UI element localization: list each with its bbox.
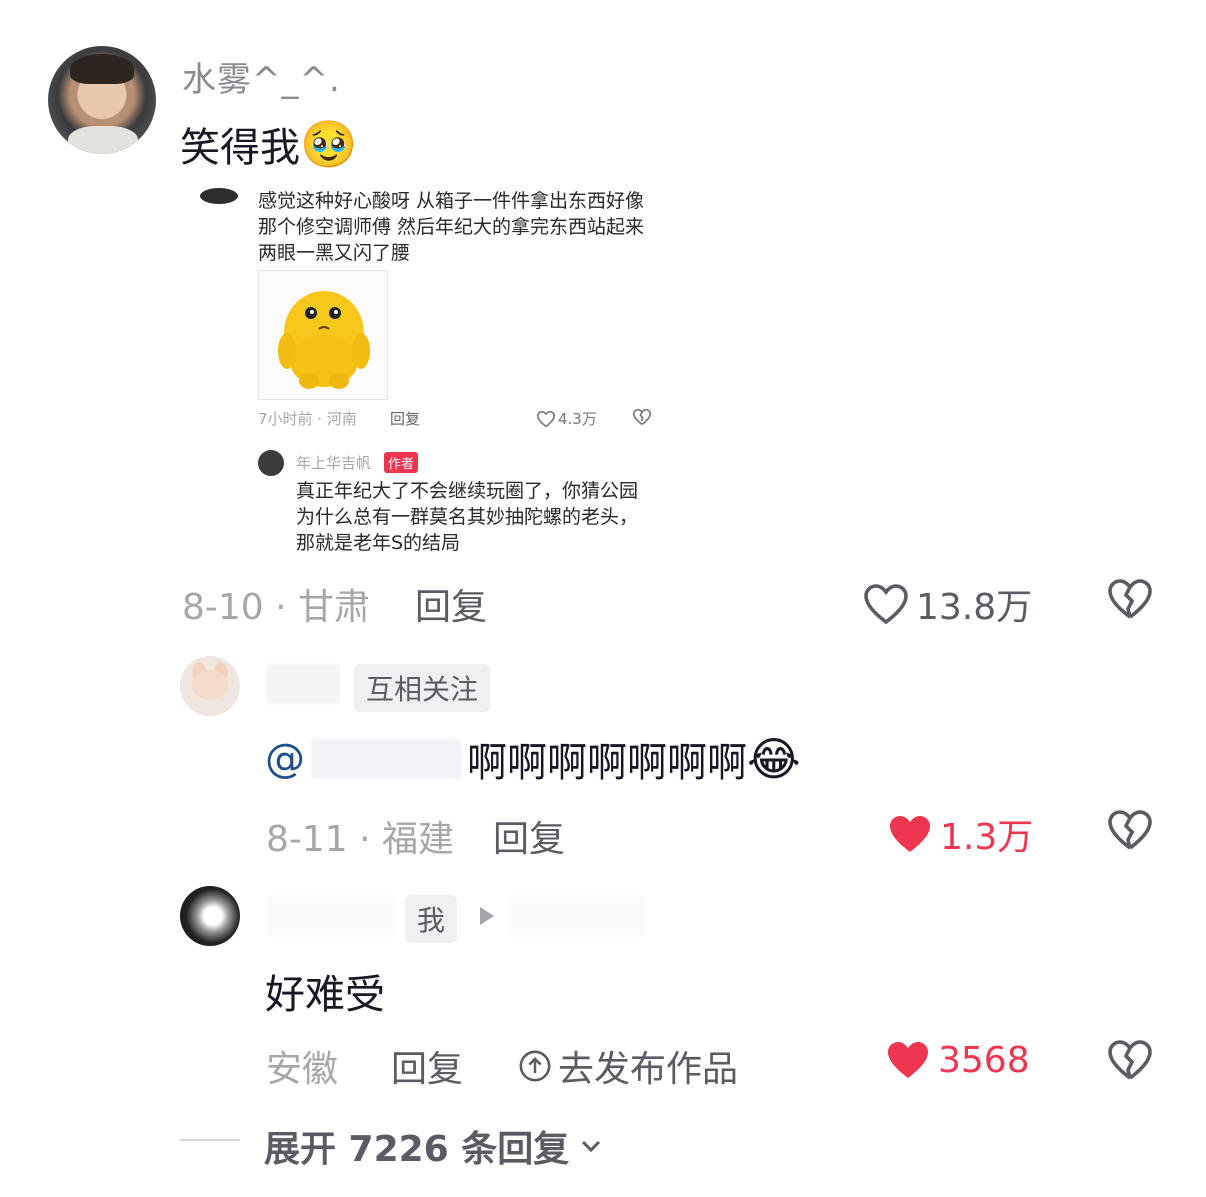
play-triangle-icon <box>480 907 494 925</box>
reply-button[interactable]: 回复 <box>415 578 487 630</box>
reply-button[interactable]: 回复 <box>493 810 565 862</box>
image-text-line: 两眼一黑又闪了腰 <box>258 242 411 264</box>
like-button[interactable]: 13.8万 <box>862 578 1032 630</box>
mention[interactable]: @ <box>265 736 305 782</box>
sticker-image <box>258 270 388 400</box>
broken-heart-icon[interactable] <box>1106 1038 1154 1082</box>
expand-label: 展开 7226 条回复 <box>264 1129 570 1170</box>
sub-avatar <box>200 188 238 204</box>
avatar[interactable] <box>180 656 240 716</box>
comment-meta: 8-10 · 甘肃 <box>182 587 371 628</box>
redacted-username[interactable] <box>266 896 396 936</box>
heart-icon <box>888 1042 928 1078</box>
heart-icon <box>890 816 930 852</box>
mutual-follow-badge: 互相关注 <box>354 664 491 712</box>
avatar[interactable] <box>48 46 156 154</box>
redacted-username[interactable] <box>508 896 646 936</box>
comment-text: 笑得我 🥹 <box>180 115 357 173</box>
emoji: 😂 <box>747 732 801 786</box>
like-count: 3568 <box>938 1039 1030 1081</box>
upload-circle-icon <box>519 1050 551 1082</box>
author-badge: 作者 <box>384 452 419 473</box>
comment-text: 好难受 <box>265 972 385 1018</box>
like-button[interactable]: 3568 <box>884 1038 1030 1082</box>
comment-meta: 8-11 · 福建 <box>266 819 455 860</box>
like-button[interactable]: 1.3万 <box>886 808 1033 860</box>
comment-body: 笑得我 <box>180 125 300 171</box>
sub-text-line: 真正年纪大了不会继续玩圈了，你猜公园 <box>296 480 639 502</box>
avatar[interactable] <box>180 886 240 946</box>
broken-heart-icon[interactable] <box>1106 577 1154 621</box>
comment-meta: 安徽 <box>266 1049 339 1090</box>
comment-body: 啊啊啊啊啊啊啊 <box>467 740 747 786</box>
like-count: 1.3万 <box>940 817 1034 858</box>
comment-image[interactable]: 感觉这种好心酸呀 从箱子一件件拿出东西好像 那个修空调师傅 然后年纪大的拿完东西… <box>180 182 678 562</box>
broken-heart-icon[interactable] <box>1106 808 1154 852</box>
username[interactable]: 水雾^_^. <box>182 52 341 101</box>
publish-work-button[interactable]: 去发布作品 <box>518 1040 738 1092</box>
image-reply: 回复 <box>390 410 421 428</box>
heart-icon <box>864 584 908 625</box>
image-text-line: 那个修空调师傅 然后年纪大的拿完东西站起来 <box>258 216 645 238</box>
chevron-down-icon <box>582 1140 601 1153</box>
comment-text: @ 啊啊啊啊啊啊啊 😂 <box>265 730 801 788</box>
redacted-username[interactable] <box>266 664 340 704</box>
like-count: 13.8万 <box>916 587 1033 628</box>
publish-label: 去发布作品 <box>558 1049 739 1090</box>
image-like: 4.3万 <box>536 408 597 429</box>
expand-replies-button[interactable]: 展开 7226 条回复 <box>264 1120 605 1172</box>
image-text-line: 感觉这种好心酸呀 从箱子一件件拿出东西好像 <box>258 190 645 212</box>
sub-text-line: 为什么总有一群莫名其妙抽陀螺的老头， <box>296 506 639 528</box>
broken-heart-icon <box>632 408 652 426</box>
image-meta: 7小时前 · 河南 <box>258 410 357 428</box>
divider <box>180 1139 240 1141</box>
sub-username: 年上华吉帆 <box>296 454 372 472</box>
reply-button[interactable]: 回复 <box>391 1040 463 1092</box>
sub-avatar <box>258 450 284 476</box>
redacted-mention[interactable] <box>311 739 461 779</box>
sub-text-line: 那就是老年S的结局 <box>296 532 461 554</box>
image-like-count: 4.3万 <box>558 410 597 428</box>
self-badge: 我 <box>405 895 458 943</box>
emoji: 🥹 <box>300 116 358 171</box>
heart-icon <box>536 410 556 427</box>
